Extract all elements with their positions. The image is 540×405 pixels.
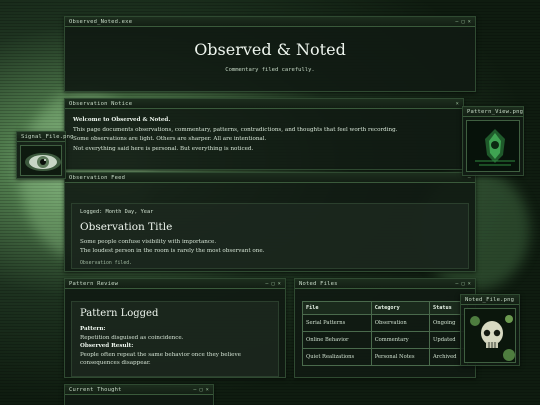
eye-image	[20, 145, 62, 176]
notice-line: Some observations are light. Others are …	[73, 136, 267, 142]
skull-image	[464, 308, 516, 363]
titlebar[interactable]: Signal_File.png	[17, 132, 73, 142]
table-row[interactable]: Serial Patterns Observation Ongoing	[302, 314, 468, 332]
titlebar[interactable]: Observed_Noted.exe – □ ×	[65, 17, 475, 27]
page-title: Observed & Noted	[194, 40, 346, 59]
pattern-image	[466, 120, 520, 172]
window-title: Observation Feed	[69, 174, 126, 181]
titlebar[interactable]: Current Thought – □ ×	[65, 385, 213, 395]
noted-file-window[interactable]: Noted_File.png	[460, 294, 520, 366]
signal-file-window[interactable]: Signal_File.png	[16, 131, 73, 179]
maximize-icon[interactable]: □	[272, 281, 275, 287]
notice-window: Observation Notice × Welcome to Observed…	[64, 98, 464, 170]
window-title: Observed_Noted.exe	[69, 18, 133, 25]
result-text: People often repeat the same behavior on…	[80, 351, 241, 367]
pattern-card: Pattern Logged Pattern: Repetition disgu…	[71, 301, 279, 377]
table-row[interactable]: Online Behavior Commentary Updated	[302, 331, 468, 349]
titlebar[interactable]: Observation Feed –	[65, 173, 475, 183]
welcome-text: Welcome to Observed & Noted.	[73, 117, 171, 123]
table-row[interactable]: Quiet Realizations Personal Notes Archiv…	[302, 348, 468, 366]
maximize-icon[interactable]: □	[462, 19, 465, 25]
minimize-icon[interactable]: –	[455, 281, 458, 287]
titlebar[interactable]: Noted Files – □ ×	[295, 279, 475, 289]
notice-line: This page documents observations, commen…	[73, 126, 398, 133]
files-window: Noted Files – □ × File Category Status S…	[294, 278, 476, 378]
feed-window: Observation Feed – Logged: Month Day, Ye…	[64, 172, 476, 272]
pattern-heading: Pattern Logged	[80, 308, 159, 319]
titlebar[interactable]: Pattern_View.png	[463, 107, 523, 117]
post-line: The loudest person in the room is rarely…	[80, 248, 265, 254]
pattern-text: Repetition disguised as coincidence.	[80, 334, 184, 341]
feed-post: Logged: Month Day, Year Observation Titl…	[71, 203, 469, 269]
result-label: Observed Result:	[80, 343, 134, 349]
close-icon[interactable]: ×	[468, 19, 471, 25]
window-title: Signal_File.png	[21, 133, 74, 140]
pattern-window: Pattern Review – □ × Pattern Logged Patt…	[64, 278, 286, 378]
column-header: Category	[370, 301, 431, 315]
current-thought-window: Current Thought – □ ×	[64, 384, 214, 405]
table-header-row: File Category Status	[302, 301, 468, 315]
window-title: Pattern Review	[69, 280, 119, 287]
close-icon[interactable]: ×	[278, 281, 281, 287]
tagline: Commentary filed carefully.	[225, 67, 315, 73]
close-icon[interactable]: ×	[468, 281, 471, 287]
minimize-icon[interactable]: –	[193, 387, 196, 393]
pattern-label: Pattern:	[80, 326, 106, 332]
maximize-icon[interactable]: □	[462, 281, 465, 287]
minimize-icon[interactable]: –	[265, 281, 268, 287]
window-title: Noted_File.png	[465, 296, 515, 303]
post-footer: Observation filed.	[80, 261, 132, 266]
window-title: Current Thought	[69, 386, 122, 393]
column-header: File	[302, 301, 372, 315]
maximize-icon[interactable]: □	[200, 387, 203, 393]
files-table: File Category Status Serial Patterns Obs…	[302, 301, 468, 366]
window-title: Observation Notice	[69, 100, 133, 107]
close-icon[interactable]: ×	[456, 101, 459, 107]
post-date: Logged: Month Day, Year	[80, 209, 154, 215]
post-line: Some people confuse visibility with impo…	[80, 239, 217, 245]
titlebar[interactable]: Pattern Review – □ ×	[65, 279, 285, 289]
pattern-view-window[interactable]: Pattern_View.png	[462, 106, 524, 176]
titlebar[interactable]: Observation Notice ×	[65, 99, 463, 109]
window-title: Noted Files	[299, 280, 338, 287]
notice-line: Not everything said here is personal. Bu…	[73, 145, 254, 152]
titlebar[interactable]: Noted_File.png	[461, 295, 519, 305]
minimize-icon[interactable]: –	[455, 19, 458, 25]
close-icon[interactable]: ×	[206, 387, 209, 393]
header-window: Observed_Noted.exe – □ × Observed & Note…	[64, 16, 476, 92]
post-title: Observation Title	[80, 221, 173, 233]
window-title: Pattern_View.png	[467, 108, 524, 115]
